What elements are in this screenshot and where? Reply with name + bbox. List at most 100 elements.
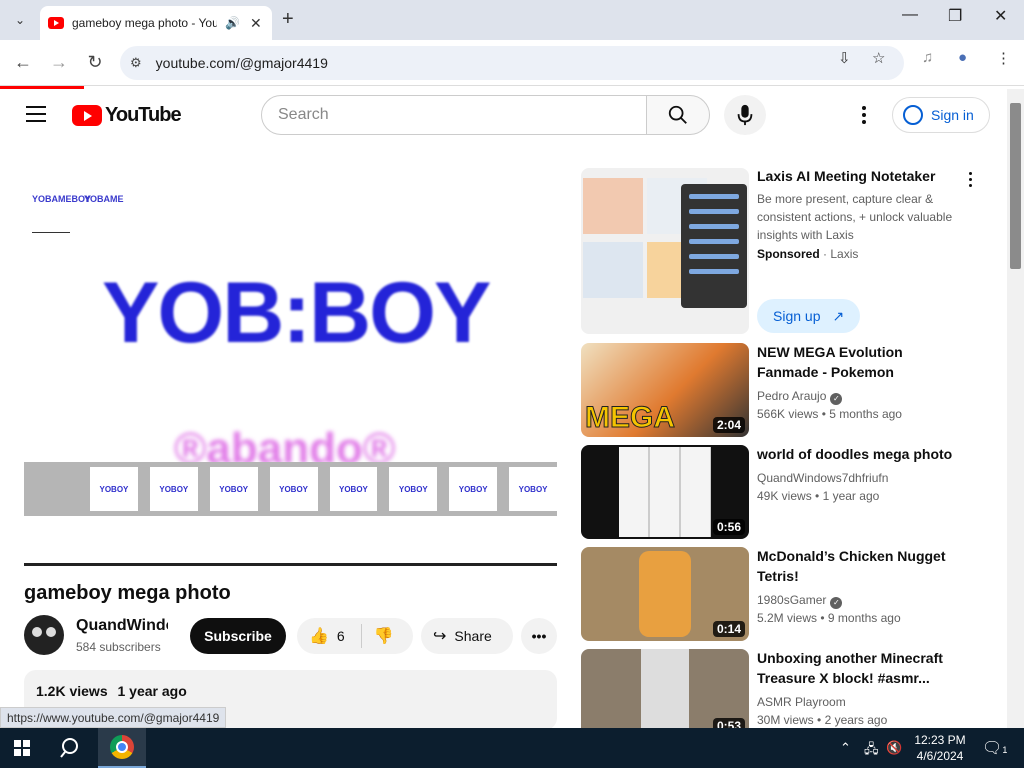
ad-title[interactable]: Laxis AI Meeting Notetaker [757,166,957,186]
voice-search-button[interactable] [724,95,766,135]
notification-center-icon[interactable]: 🗨1 [982,738,1007,758]
video-title-1[interactable]: world of doodles mega photo [757,444,957,464]
sign-up-label: Sign up [773,308,821,324]
strip-frame: YOBOY [90,467,138,511]
search-input[interactable]: Search [261,95,647,135]
sign-in-button[interactable]: Sign in [892,97,990,133]
profile-icon[interactable]: ● [958,49,967,66]
search-placeholder: Search [278,106,329,123]
views-label: 49K views [757,489,812,503]
notification-count: 1 [1002,745,1008,755]
video-title-3[interactable]: Unboxing another Minecraft Treasure X bl… [757,648,957,688]
reload-icon[interactable]: ↻ [84,52,106,73]
verified-icon: ✓ [830,393,843,405]
browser-tab[interactable]: gameboy mega photo - YouTube 🔊 ✕ [40,6,272,40]
bookmark-star-icon[interactable]: ☆ [872,49,885,67]
thumbs-down-icon[interactable]: 👎 [374,626,394,646]
tray-chevron-icon[interactable]: ⌃ [840,740,851,756]
view-count: 1.2K views [36,683,108,699]
taskbar-clock[interactable]: 12:23 PM 4/6/2024 [910,732,970,764]
player-small-logo-2: YOBAME [84,194,124,204]
share-button[interactable]: ↪ Share [421,618,513,654]
back-icon[interactable]: ← [12,52,34,73]
player-big-text: YOB:BOY [102,265,491,361]
video-channel-2[interactable]: 1980sGamer ✓ [757,591,843,609]
thumbs-up-icon[interactable]: 👍 [309,626,329,646]
search-button[interactable] [646,95,710,135]
address-bar[interactable]: ⚙ youtube.com/@gmajor4419 [120,46,904,80]
age-label: 5 months ago [829,407,902,421]
video-channel-3[interactable]: ASMR Playroom [757,693,846,711]
browser-tab-strip: ⌄ gameboy mega photo - YouTube 🔊 ✕ + — ❐… [0,0,1024,40]
strip-frame: YOBOY [149,467,198,511]
video-thumbnail[interactable]: 0:53 [581,649,749,728]
channel-avatar[interactable] [24,615,64,655]
video-thumbnail[interactable]: 0:56 [581,445,749,539]
video-title-0[interactable]: NEW MEGA Evolution Fanmade - Pokemon [757,342,957,382]
media-control-icon[interactable]: ♫ [922,49,933,66]
browser-menu-icon[interactable]: ⋮ [996,49,1011,67]
video-thumbnail[interactable]: MEGA 2:04 [581,343,749,437]
like-dislike-group: 👍 6 👎 [297,618,413,654]
windows-taskbar: ⌃ 🖧 🔇 12:23 PM 4/6/2024 🗨1 [0,728,1024,768]
page-load-progress [0,86,84,89]
speaker-icon[interactable]: 🔊 [225,16,240,30]
status-bar-url: https://www.youtube.com/@gmajor4419 [0,707,227,728]
video-stats-2: 5.2M views • 9 months ago [757,611,901,625]
page-scrollbar-thumb[interactable] [1010,103,1021,269]
microphone-icon [737,104,753,126]
video-player[interactable]: YOBAMEBOY YOBAME YOB:BOY ®abando® YOBOY … [24,166,557,566]
channel-name[interactable]: QuandWindo [76,617,168,635]
ad-sign-up-button[interactable]: Sign up ↗ [757,299,860,333]
new-tab-button[interactable]: + [282,8,294,31]
video-channel-0[interactable]: Pedro Araujo ✓ [757,387,843,405]
share-label: Share [454,628,492,644]
window-close-icon[interactable]: ✕ [994,6,1007,26]
logo-text: YouTube [105,104,182,126]
install-app-icon[interactable]: ⇩ [838,49,851,67]
more-actions-icon[interactable]: ••• [521,618,557,654]
taskbar-search-icon[interactable] [60,736,84,760]
upload-age: 1 year ago [117,683,187,699]
video-thumbnail[interactable]: 0:14 [581,547,749,641]
youtube-logo[interactable]: YouTube [72,104,182,127]
duration-badge: 0:56 [712,519,745,535]
ad-thumbnail[interactable] [581,168,749,334]
strip-frame: YOBOY [509,467,557,511]
strip-frame: YOBOY [269,467,318,511]
video-stats-3: 30M views • 2 years ago [757,713,888,727]
tab-close-icon[interactable]: ✕ [250,15,262,32]
settings-more-icon[interactable] [856,104,872,126]
advertiser-name: Laxis [830,247,859,261]
subscribe-button[interactable]: Subscribe [190,618,286,654]
ad-more-icon[interactable] [966,170,974,188]
tetris-device [639,551,691,637]
user-avatar-icon [903,105,923,125]
video-title-2[interactable]: McDonald’s Chicken Nugget Tetris! [757,546,957,586]
address-url: youtube.com/@gmajor4419 [155,55,328,71]
chrome-icon [110,735,134,759]
browser-toolbar: ← → ↻ ⚙ youtube.com/@gmajor4419 ⇩ ☆ ♫ ● … [0,40,1024,86]
windows-start-icon[interactable] [14,740,30,756]
hamburger-menu-icon[interactable] [26,106,46,122]
like-divider [360,624,362,648]
minimize-icon[interactable]: — [902,6,918,24]
like-count[interactable]: 6 [337,628,345,644]
maximize-icon[interactable]: ❐ [948,6,962,26]
person-thumb [583,242,643,298]
forward-icon[interactable]: → [48,52,70,73]
site-info-icon[interactable]: ⚙ [130,55,142,71]
player-underline [32,232,70,233]
taskbar-chrome-button[interactable] [98,728,146,768]
video-channel-1[interactable]: QuandWindows7dhfriufn [757,469,888,487]
player-frame-strip: YOBOY YOBOY YOBOY YOBOY YOBOY YOBOY YOBO… [24,462,557,516]
strip-frame: YOBOY [449,467,498,511]
views-label: 566K views [757,407,819,421]
strip-frame: YOBOY [389,467,438,511]
views-label: 5.2M views [757,611,818,625]
duration-badge: 0:14 [712,621,745,637]
tab-search-chevron-icon[interactable]: ⌄ [8,8,32,32]
volume-muted-icon[interactable]: 🔇 [886,740,902,756]
tab-title: gameboy mega photo - YouTube [72,16,217,30]
network-icon[interactable]: 🖧 [864,740,879,762]
